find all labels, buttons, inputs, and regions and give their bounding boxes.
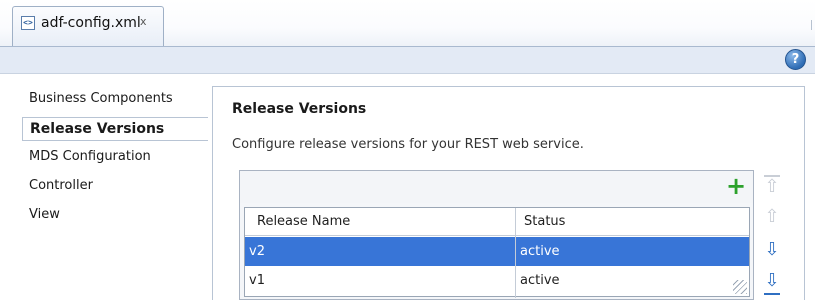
tab-title: adf-config.xml [41,15,141,31]
sidebar-nav: Business Components Release Versions MDS… [0,74,212,300]
release-versions-table: Release Name Status v2 active v1 active [244,207,750,298]
xml-file-icon: <> [21,16,35,30]
release-name-cell: v2 [249,244,265,259]
page-title: Release Versions [232,101,367,117]
editor-header-bar: ? [0,46,815,74]
sidebar-item-controller[interactable]: Controller [22,175,208,199]
tab-adf-config[interactable]: <> adf-config.xml x [12,6,164,46]
release-name-cell: v1 [249,273,265,288]
table-toolbar: + [240,171,753,203]
editor-tab-strip: <> adf-config.xml x [0,0,815,46]
column-divider[interactable] [515,208,516,298]
help-icon[interactable]: ? [785,49,806,70]
table-row[interactable]: v1 active [245,266,749,295]
page-description: Configure release versions for your REST… [232,137,584,152]
resize-grip-icon[interactable] [733,280,747,294]
tab-strip-edge-divider [811,20,815,30]
sidebar-item-release-versions[interactable]: Release Versions [22,117,208,141]
move-to-bottom-bar [764,293,780,295]
status-cell: active [520,244,560,259]
sidebar-item-mds-configuration[interactable]: MDS Configuration [22,146,208,170]
sidebar-item-view[interactable]: View [22,204,208,228]
column-header-status[interactable]: Status [516,208,749,236]
column-header-release-name[interactable]: Release Name [245,208,515,236]
move-up-icon[interactable]: ⇧ [762,206,782,228]
status-cell: active [520,273,560,288]
move-down-icon[interactable]: ⇩ [762,239,782,261]
move-to-bottom-icon[interactable]: ⇩ [762,270,782,292]
release-versions-table-container: + Release Name Status v2 active v1 activ… [239,170,754,300]
sidebar-item-business-components[interactable]: Business Components [22,88,208,112]
move-to-top-icon[interactable]: ⇧ [762,176,782,198]
add-icon[interactable]: + [726,174,746,198]
close-icon[interactable]: x [140,15,147,28]
table-row[interactable]: v2 active [245,237,749,266]
